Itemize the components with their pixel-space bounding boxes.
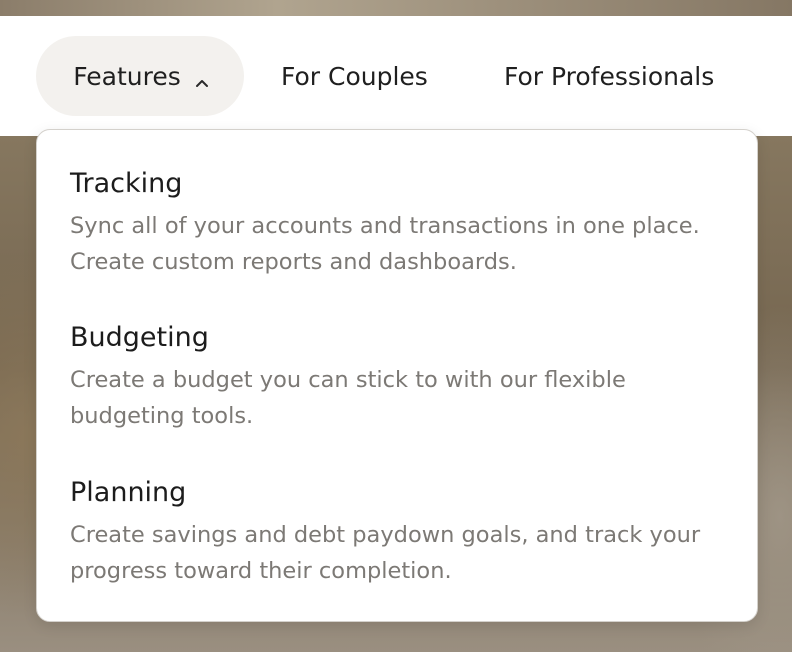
menu-item-planning[interactable]: Planning Create savings and debt paydown… — [70, 475, 730, 589]
menu-item-tracking[interactable]: Tracking Sync all of your accounts and t… — [70, 166, 730, 280]
menu-item-title: Tracking — [70, 168, 183, 199]
menu-item-description: Sync all of your accounts and transactio… — [70, 213, 700, 275]
nav-for-professionals-label: For Professionals — [504, 61, 715, 91]
menu-item-description: Create a budget you can stick to with ou… — [70, 367, 626, 429]
chevron-up-icon — [193, 69, 211, 87]
menu-item-title: Budgeting — [70, 322, 209, 353]
menu-item-budgeting[interactable]: Budgeting Create a budget you can stick … — [70, 320, 730, 434]
features-dropdown-menu: Tracking Sync all of your accounts and t… — [36, 129, 758, 622]
nav-for-couples-link[interactable]: For Couples — [281, 36, 428, 116]
top-navigation-bar: Features For Couples For Professionals — [0, 16, 792, 136]
nav-for-couples-label: For Couples — [281, 61, 428, 91]
background-photo-top — [0, 0, 792, 16]
nav-for-professionals-link[interactable]: For Professionals — [504, 36, 714, 116]
menu-item-description: Create savings and debt paydown goals, a… — [70, 522, 701, 584]
nav-features-button[interactable]: Features — [36, 36, 244, 116]
menu-item-title: Planning — [70, 477, 187, 508]
nav-features-label: Features — [73, 61, 181, 91]
